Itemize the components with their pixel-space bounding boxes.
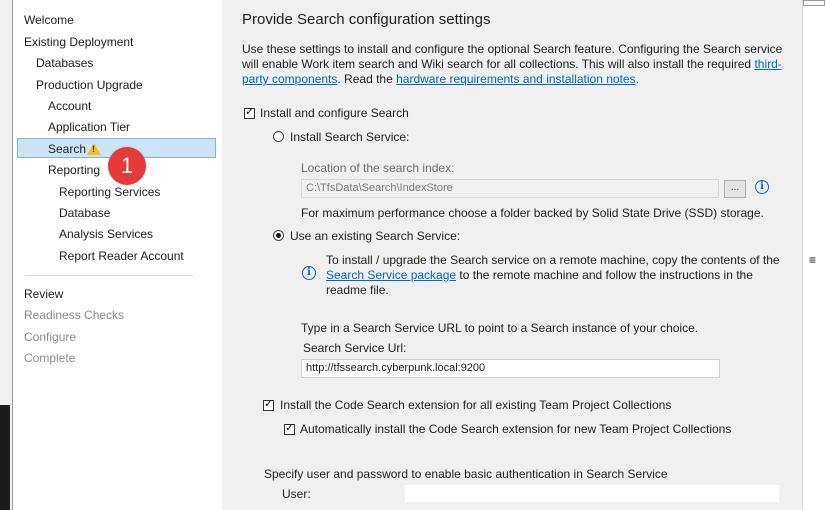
background-dark-bar bbox=[0, 405, 10, 510]
sidebar-item-complete: Complete bbox=[24, 351, 76, 365]
code-search-checkbox[interactable]: ✓ bbox=[263, 398, 274, 411]
sidebar-item-databases[interactable]: Databases bbox=[36, 55, 93, 71]
search-service-url-label: Search Service Url: bbox=[303, 341, 407, 355]
sidebar-divider bbox=[25, 275, 193, 276]
remote-note-line3: readme file. bbox=[326, 283, 389, 297]
use-existing-service-label: Use an existing Search Service: bbox=[290, 229, 461, 243]
intro-text: Use these settings to install and config… bbox=[242, 42, 787, 87]
search-service-url-input[interactable]: http://tfssearch.cyberpunk.local:9200 bbox=[301, 359, 720, 378]
install-search-label: Install and configure Search bbox=[260, 106, 409, 120]
page-title: Provide Search configuration settings bbox=[242, 11, 491, 28]
sidebar-item-production-upgrade[interactable]: Production Upgrade bbox=[36, 77, 143, 93]
sidebar-item-report-reader-account[interactable]: Report Reader Account bbox=[59, 248, 184, 264]
scroll-grip-icon[interactable]: ≡ bbox=[809, 253, 816, 267]
remote-note-line2: Search Service package to the remote mac… bbox=[326, 267, 753, 283]
sidebar-nav: Welcome Existing Deployment Databases Pr… bbox=[13, 0, 222, 510]
scroll-up-arrow[interactable] bbox=[803, 0, 825, 6]
install-service-label: Install Search Service: bbox=[290, 130, 410, 144]
intro-text-part: Use these settings to install and config… bbox=[242, 42, 783, 71]
remote-note-line1: To install / upgrade the Search service … bbox=[326, 253, 780, 267]
sidebar-item-reporting-services[interactable]: Reporting Services bbox=[59, 184, 160, 200]
sidebar-item-reporting[interactable]: Reporting bbox=[48, 162, 100, 178]
background-window-edge bbox=[0, 0, 13, 510]
search-service-package-link[interactable]: Search Service package bbox=[326, 268, 456, 282]
sidebar-item-existing-deployment[interactable]: Existing Deployment bbox=[24, 34, 133, 50]
vertical-scrollbar[interactable]: ≡ bbox=[802, 0, 825, 510]
warning-icon: ! bbox=[87, 143, 101, 155]
user-label: User: bbox=[282, 487, 311, 501]
index-location-field[interactable]: C:\TfsData\Search\IndexStore bbox=[301, 179, 719, 198]
code-search-label: Install the Code Search extension for al… bbox=[280, 398, 672, 412]
sidebar-item-review[interactable]: Review bbox=[24, 286, 63, 302]
user-input[interactable] bbox=[404, 484, 780, 503]
install-service-radio[interactable] bbox=[273, 131, 284, 142]
sidebar-item-analysis-services[interactable]: Analysis Services bbox=[59, 226, 153, 242]
ssd-note: For maximum performance choose a folder … bbox=[301, 206, 764, 220]
sidebar-item-database[interactable]: Database bbox=[59, 205, 110, 221]
hardware-requirements-link[interactable]: hardware requirements and installation n… bbox=[396, 72, 635, 86]
info-icon[interactable]: i bbox=[755, 180, 769, 194]
intro-text-part: . Read the bbox=[337, 72, 397, 86]
info-icon: i bbox=[302, 266, 316, 280]
search-config-panel: Provide Search configuration settings Us… bbox=[222, 0, 802, 510]
remote-note-text: to the remote machine and follow the ins… bbox=[456, 268, 753, 282]
sidebar-item-application-tier[interactable]: Application Tier bbox=[48, 119, 130, 135]
intro-text-part: . bbox=[635, 72, 639, 86]
use-existing-service-radio[interactable] bbox=[273, 230, 284, 241]
auto-code-search-label: Automatically install the Code Search ex… bbox=[300, 422, 732, 436]
auth-note: Specify user and password to enable basi… bbox=[264, 467, 668, 481]
sidebar-item-welcome[interactable]: Welcome bbox=[24, 12, 74, 28]
sidebar-item-readiness-checks: Readiness Checks bbox=[24, 308, 125, 322]
step-callout-badge: 1 bbox=[108, 147, 146, 185]
url-hint: Type in a Search Service URL to point to… bbox=[301, 321, 699, 335]
index-location-label: Location of the search index: bbox=[301, 161, 455, 175]
sidebar-item-configure: Configure bbox=[24, 330, 77, 344]
browse-button[interactable]: ... bbox=[724, 180, 746, 198]
install-search-checkbox[interactable]: ✓ bbox=[244, 106, 255, 119]
sidebar-item-search[interactable]: Search bbox=[48, 141, 86, 157]
sidebar-item-account[interactable]: Account bbox=[48, 98, 91, 114]
auto-code-search-checkbox[interactable]: ✓ bbox=[284, 422, 295, 435]
